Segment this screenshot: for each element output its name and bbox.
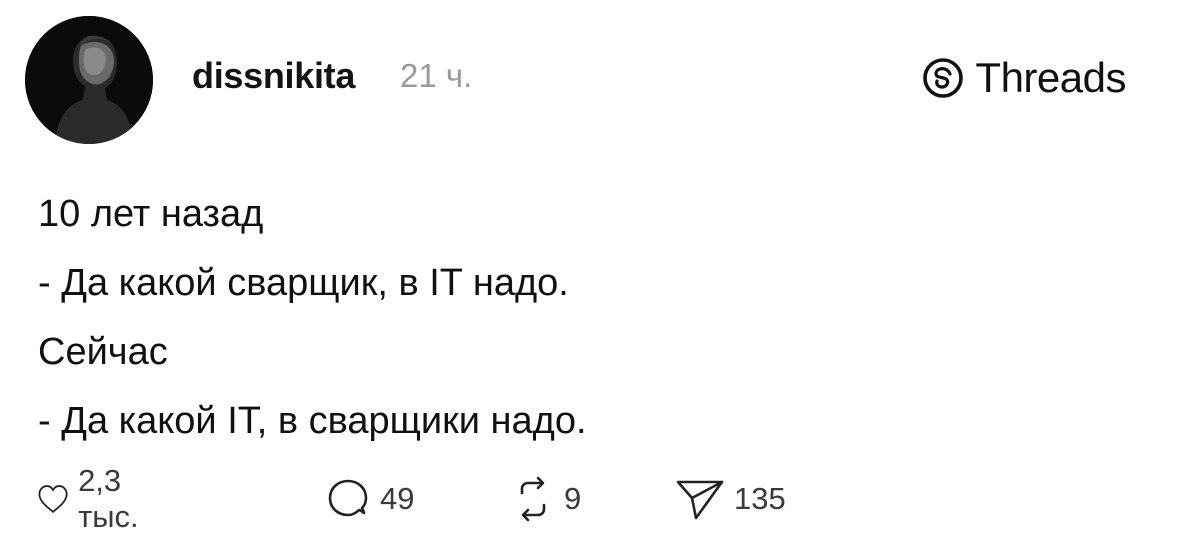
avatar[interactable] — [25, 16, 153, 144]
post-line: - Да какой сварщик, в IT надо. — [38, 262, 569, 304]
post-line: Сейчас — [38, 331, 168, 373]
reply-count: 49 — [380, 481, 415, 516]
post-body: 10 лет назад - Да какой сварщик, в IT на… — [38, 180, 587, 456]
threads-logo-icon — [923, 58, 964, 98]
threads-post: dissnikita 21 ч. Threads 10 лет назад - … — [0, 0, 1200, 555]
like-count: 2,3 тыс. — [78, 463, 139, 534]
send-icon — [676, 480, 724, 520]
profile-photo — [25, 16, 153, 144]
post-line: - Да какой IT, в сварщики надо. — [38, 400, 587, 442]
post-line: 10 лет назад — [38, 193, 264, 235]
share-count: 135 — [734, 481, 786, 516]
threads-brand: Threads — [921, 54, 1126, 102]
repost-count: 9 — [564, 481, 582, 516]
like-button[interactable]: 2,3 тыс. — [36, 463, 155, 534]
comment-icon — [328, 479, 368, 517]
repost-button[interactable]: 9 — [510, 474, 581, 524]
share-button[interactable]: 135 — [674, 474, 786, 524]
brand-name: Threads — [975, 54, 1126, 101]
username[interactable]: dissnikita — [192, 55, 355, 97]
heart-icon — [38, 485, 68, 513]
reply-button[interactable]: 49 — [324, 474, 414, 524]
repost-icon — [520, 476, 546, 522]
post-timestamp: 21 ч. — [400, 57, 473, 94]
